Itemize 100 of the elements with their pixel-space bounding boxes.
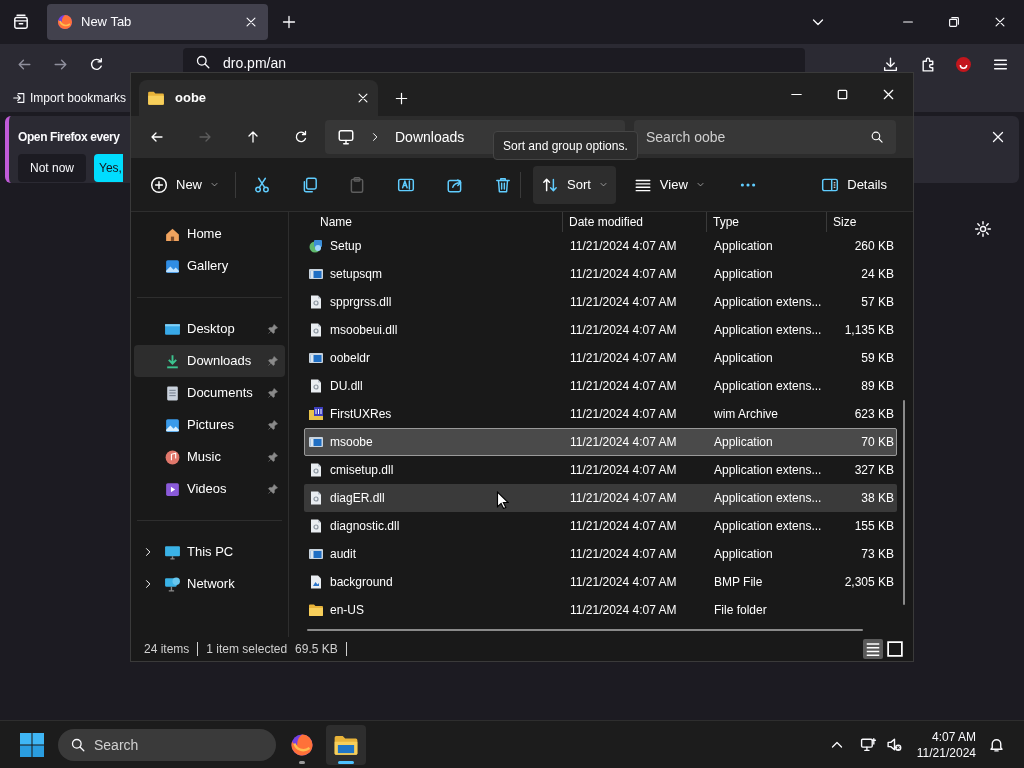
close-icon[interactable]	[990, 129, 1006, 145]
status-text: 1 item selected	[206, 641, 288, 658]
accept-button[interactable]: Yes,	[94, 154, 124, 182]
file-name: background	[330, 574, 393, 591]
sidebar-item[interactable]: Documents	[134, 377, 285, 409]
file-name: en-US	[330, 602, 364, 619]
sidebar-item[interactable]: Music	[134, 441, 285, 473]
date-cell-text: 11/21/2024 4:07 AM	[569, 378, 678, 395]
delete-icon[interactable]	[494, 175, 512, 194]
view-button[interactable]: View	[625, 165, 713, 204]
reload-icon[interactable]	[88, 55, 105, 73]
file-row[interactable]: background 11/21/2024 4:07 AM BMP File 2,305 KB	[304, 568, 897, 596]
new-tab-icon[interactable]	[394, 90, 409, 106]
sidebar-item[interactable]: This PC	[134, 536, 285, 568]
close-tab-icon[interactable]	[356, 91, 370, 105]
dismiss-button[interactable]: Not now	[18, 154, 87, 182]
browser-tab[interactable]: New Tab	[47, 4, 268, 40]
details-button[interactable]: Details	[813, 165, 895, 204]
restore-icon[interactable]	[947, 15, 961, 29]
file-row[interactable]: msoobeui.dll 11/21/2024 4:07 AM Application extens... 1,135 KB	[304, 316, 897, 344]
network-icon[interactable]	[859, 736, 877, 753]
file-name: msoobeui.dll	[330, 322, 398, 339]
taskbar-app-button[interactable]	[326, 724, 366, 765]
file-row[interactable]: Setup 11/21/2024 4:07 AM Application 260 KB	[304, 232, 897, 260]
search-icon	[195, 54, 211, 70]
file-row[interactable]: en-US 11/21/2024 4:07 AM File folder	[304, 596, 897, 624]
folder-icon	[147, 89, 165, 107]
column-header[interactable]: Name	[304, 212, 562, 232]
maximize-icon[interactable]	[835, 87, 850, 102]
computer-icon	[164, 543, 181, 561]
pin-icon	[267, 323, 279, 335]
clock[interactable]: 4:07 AM 11/21/2024	[916, 728, 976, 761]
sidebar-item[interactable]: Videos	[134, 473, 285, 505]
new-button[interactable]: New	[142, 165, 227, 204]
sort-button[interactable]: Sort	[533, 165, 616, 204]
explorer-tab[interactable]: oobe	[139, 80, 378, 116]
address-field[interactable]: dro.pm/an	[183, 48, 805, 72]
close-icon[interactable]	[993, 15, 1007, 29]
column-header[interactable]: Date modified	[562, 212, 706, 232]
browser-logo-icon[interactable]	[57, 14, 73, 30]
notifications-icon[interactable]	[988, 736, 1005, 753]
download-icon[interactable]	[882, 55, 899, 73]
browser-logo-icon[interactable]	[290, 732, 314, 757]
file-row[interactable]: setupsqm 11/21/2024 4:07 AM Application 24 KB	[304, 260, 897, 288]
gear-file-icon	[308, 518, 324, 534]
date-cell-text: 11/21/2024 4:07 AM	[569, 518, 678, 535]
date-cell-text: 11/21/2024 4:07 AM	[569, 546, 678, 563]
file-row[interactable]: DU.dll 11/21/2024 4:07 AM Application extens... 89 KB	[304, 372, 897, 400]
refresh-icon[interactable]	[293, 129, 309, 145]
date-cell-text: 11/21/2024 4:07 AM	[569, 434, 678, 451]
details-view-icon[interactable]	[863, 639, 883, 659]
vertical-scrollbar[interactable]	[903, 400, 905, 605]
settings-icon[interactable]	[974, 220, 992, 238]
column-header[interactable]: Size	[826, 212, 896, 232]
breadcrumb-item[interactable]: Downloads	[395, 126, 465, 148]
file-row[interactable]: oobeldr 11/21/2024 4:07 AM Application 59 KB	[304, 344, 897, 372]
close-tab-icon[interactable]	[244, 15, 258, 29]
size-cell-text: 73 KB	[860, 546, 894, 563]
pin-icon	[267, 387, 279, 399]
size-cell-text: 57 KB	[860, 294, 894, 311]
notification-message: Open Firefox every	[18, 129, 121, 146]
file-row[interactable]: cmisetup.dll 11/21/2024 4:07 AM Application extens... 327 KB	[304, 456, 897, 484]
size-cell-text: 1,135 KB	[843, 322, 894, 339]
taskbar-search-field[interactable]: Search	[58, 728, 276, 761]
file-name: audit	[330, 546, 357, 563]
file-name: Setup	[330, 238, 362, 255]
application-icon	[308, 266, 324, 282]
file-row[interactable]: diagnostic.dll 11/21/2024 4:07 AM Application extens... 155 KB	[304, 512, 897, 540]
tab-list-icon[interactable]	[12, 13, 30, 31]
file-row[interactable]: msoobe 11/21/2024 4:07 AM Application 70 KB	[304, 428, 897, 456]
sidebar-item[interactable]: Downloads	[134, 345, 285, 377]
file-row[interactable]: audit 11/21/2024 4:07 AM Application 73 KB	[304, 540, 897, 568]
sidebar-item[interactable]: Gallery	[134, 250, 285, 282]
import-bookmarks-link[interactable]: Import bookmarks	[12, 89, 127, 107]
search-field[interactable]: Search oobe	[634, 120, 896, 154]
start-icon[interactable]	[20, 732, 44, 757]
volume-muted-icon[interactable]	[885, 736, 903, 753]
import-icon	[12, 91, 26, 105]
close-icon[interactable]	[881, 87, 896, 102]
horizontal-scrollbar[interactable]	[307, 629, 863, 631]
file-row[interactable]: FirstUXRes 11/21/2024 4:07 AM wim Archive 623 KB	[304, 400, 897, 428]
new-tab-icon[interactable]	[281, 14, 297, 30]
gear-file-icon	[308, 490, 324, 506]
sidebar-item[interactable]: Network	[134, 568, 285, 600]
size-cell-text: 70 KB	[860, 434, 894, 451]
copy-icon[interactable]	[301, 175, 319, 194]
sidebar-item[interactable]: Pictures	[134, 409, 285, 441]
sidebar-item[interactable]: Desktop	[134, 313, 285, 345]
cut-icon[interactable]	[253, 175, 271, 194]
file-name: diagnostic.dll	[330, 518, 400, 535]
file-row[interactable]: diagER.dll 11/21/2024 4:07 AM Application extens... 38 KB	[304, 484, 897, 512]
gear-file-icon	[308, 294, 324, 310]
file-row[interactable]: spprgrss.dll 11/21/2024 4:07 AM Application extens... 57 KB	[304, 288, 897, 316]
tiles-view-icon[interactable]	[885, 639, 905, 659]
size-cell-text: 59 KB	[860, 350, 894, 367]
type-cell-text: Application	[713, 238, 774, 255]
installer-icon	[308, 238, 324, 254]
sidebar-item[interactable]: Home	[134, 218, 285, 250]
file-name: DU.dll	[330, 378, 363, 395]
column-header[interactable]: Type	[706, 212, 826, 232]
